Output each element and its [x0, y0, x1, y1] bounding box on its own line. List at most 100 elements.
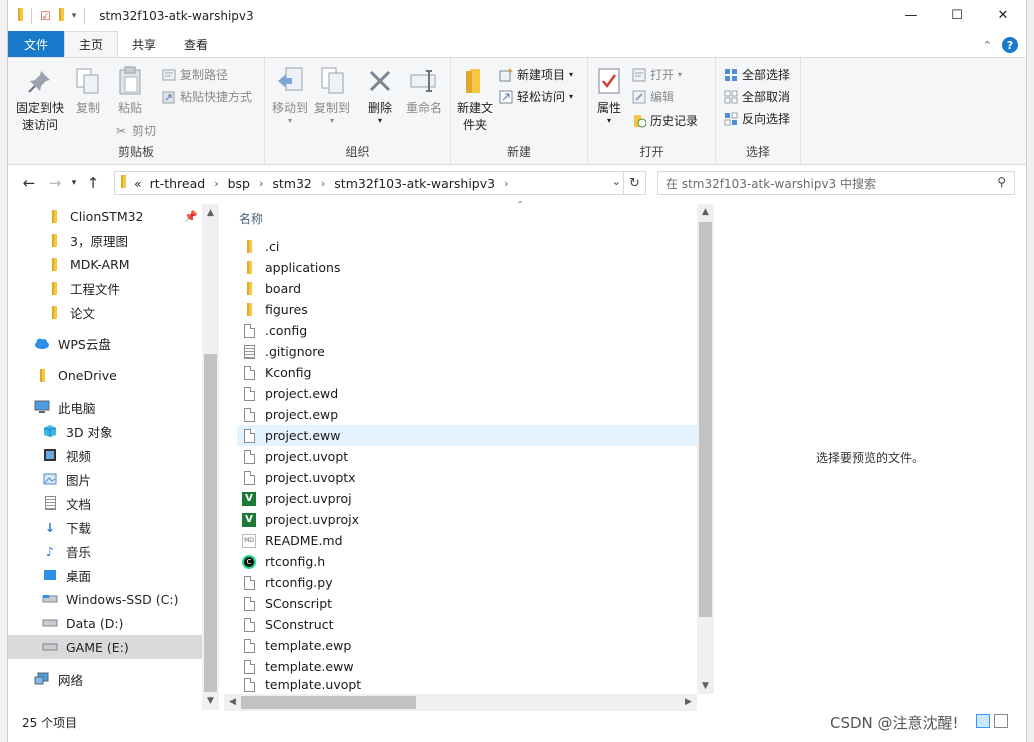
tab-view[interactable]: 查看 — [170, 31, 222, 57]
address-bar[interactable]: « rt-thread › bsp › stm32 › stm32f103-atk-w… — [114, 171, 646, 195]
file-row[interactable]: .ci — [237, 236, 697, 257]
nav-item-thesis[interactable]: 论文 — [8, 300, 202, 324]
move-to-button[interactable]: 移动到 ▾ — [270, 64, 310, 125]
nav-item-downloads[interactable]: ↓ 下载 — [8, 515, 202, 539]
select-all-button[interactable]: 全部选择 — [724, 66, 790, 83]
file-row[interactable]: project.eww — [237, 425, 697, 446]
search-icon[interactable]: ⚲ — [997, 175, 1006, 189]
refresh-icon[interactable]: ↻ — [623, 172, 645, 194]
file-list-horizontal-scrollbar[interactable]: ◀ ▶ — [224, 694, 697, 711]
paste-button[interactable]: 粘贴 — [112, 64, 148, 117]
file-row[interactable]: applications — [237, 257, 697, 278]
details-view-icon[interactable] — [976, 714, 990, 728]
nav-item-music[interactable]: ♪ 音乐 — [8, 539, 202, 563]
nav-item-clionstm32[interactable]: ClionSTM32 📌 — [8, 204, 202, 228]
breadcrumb-overflow[interactable]: « — [134, 176, 142, 191]
nav-item-this-pc[interactable]: 此电脑 — [8, 395, 202, 419]
select-none-button[interactable]: 全部取消 — [724, 88, 790, 105]
nav-item-network[interactable]: 网络 — [8, 667, 202, 691]
file-row[interactable]: SConscript — [237, 593, 697, 614]
scrollbar-thumb[interactable] — [241, 696, 416, 709]
nav-scrollbar[interactable]: ▲ ▼ — [202, 204, 219, 710]
minimize-button[interactable]: — — [888, 0, 934, 31]
file-row[interactable]: template.eww — [237, 656, 697, 677]
cut-button[interactable]: ✂ 剪切 — [114, 122, 156, 139]
nav-item-documents[interactable]: 文档 — [8, 491, 202, 515]
nav-item-wps-cloud[interactable]: WPS云盘 — [8, 331, 202, 355]
breadcrumb-item[interactable]: bsp › — [228, 176, 273, 191]
pin-to-quick-access-button[interactable]: 固定到快速访问 — [14, 64, 66, 134]
collapse-ribbon-icon[interactable]: ⌃ — [983, 39, 992, 52]
copy-button[interactable]: 复制 — [70, 64, 106, 117]
file-row[interactable]: project.uvoptx — [237, 467, 697, 488]
copy-to-button[interactable]: 复制到 ▾ — [312, 64, 352, 125]
large-icons-view-icon[interactable] — [994, 714, 1008, 728]
breadcrumb-item[interactable]: stm32 › — [272, 176, 334, 191]
search-input[interactable]: 在 stm32f103-atk-warshipv3 中搜索 ⚲ — [657, 171, 1015, 195]
properties-button[interactable]: 属性 ▾ — [592, 64, 626, 125]
breadcrumb-item[interactable]: rt-thread › — [150, 176, 228, 191]
file-row[interactable]: rtconfig.py — [237, 572, 697, 593]
nav-item-drive-d[interactable]: Data (D:) — [8, 611, 202, 635]
breadcrumb-item[interactable]: stm32f103-atk-warshipv3 › — [334, 176, 517, 191]
customize-dropdown-icon[interactable]: ▾ — [72, 11, 77, 21]
scroll-down-arrow-icon[interactable]: ▼ — [202, 696, 219, 706]
forward-arrow-icon[interactable]: → — [42, 174, 68, 192]
rename-button[interactable]: 重命名 — [403, 64, 445, 117]
up-arrow-icon[interactable]: ↑ — [80, 174, 106, 192]
nav-item-onedrive[interactable]: OneDrive — [8, 363, 202, 387]
nav-item-schematic[interactable]: 3，原理图 — [8, 228, 202, 252]
nav-item-drive-e[interactable]: GAME (E:) — [8, 635, 202, 659]
scrollbar-thumb[interactable] — [699, 222, 712, 617]
file-row[interactable]: project.uvopt — [237, 446, 697, 467]
file-row[interactable]: figures — [237, 299, 697, 320]
new-folder-button[interactable]: 新建文件夹 — [455, 64, 495, 134]
maximize-button[interactable]: ☐ — [934, 0, 980, 31]
nav-item-videos[interactable]: 视频 — [8, 443, 202, 467]
column-header-name[interactable]: 名称 — [239, 210, 263, 227]
tab-home[interactable]: 主页 — [64, 31, 119, 57]
nav-item-drive-c[interactable]: Windows-SSD (C:) — [8, 587, 202, 611]
file-row[interactable]: Kconfig — [237, 362, 697, 383]
file-row[interactable]: .gitignore — [237, 341, 697, 362]
scrollbar-thumb[interactable] — [204, 354, 217, 692]
new-item-button[interactable]: 新建项目 ▾ — [499, 66, 573, 83]
nav-item-project-files[interactable]: 工程文件 — [8, 276, 202, 300]
help-icon[interactable]: ? — [1002, 37, 1018, 53]
breadcrumb-separator-icon[interactable]: › — [259, 177, 263, 190]
properties-check-icon[interactable]: ☑ — [40, 9, 51, 23]
open-button[interactable]: 打开 ▾ — [632, 66, 682, 83]
nav-item-mdk-arm[interactable]: MDK-ARM — [8, 252, 202, 276]
breadcrumb-separator-icon[interactable]: › — [321, 177, 325, 190]
file-row[interactable]: MD README.md — [237, 530, 697, 551]
close-button[interactable]: ✕ — [980, 0, 1026, 31]
breadcrumb-separator-icon[interactable]: › — [504, 177, 508, 190]
history-button[interactable]: 历史记录 — [632, 112, 698, 129]
new-folder-icon[interactable] — [58, 7, 64, 24]
scroll-right-arrow-icon[interactable]: ▶ — [680, 697, 697, 707]
breadcrumb-separator-icon[interactable]: › — [214, 177, 218, 190]
tab-file[interactable]: 文件 — [8, 31, 65, 57]
file-row[interactable]: Vproject.uvprojx — [237, 509, 697, 530]
nav-item-pictures[interactable]: 图片 — [8, 467, 202, 491]
copy-path-button[interactable]: 复制路径 — [162, 66, 228, 83]
file-row[interactable]: template.uvopt — [237, 677, 697, 694]
file-row[interactable]: project.ewd — [237, 383, 697, 404]
file-row[interactable]: board — [237, 278, 697, 299]
tab-share[interactable]: 共享 — [118, 31, 170, 57]
scroll-up-arrow-icon[interactable]: ▲ — [202, 208, 219, 218]
nav-item-3d-objects[interactable]: 3D 对象 — [8, 419, 202, 443]
paste-shortcut-button[interactable]: 粘贴快捷方式 — [162, 88, 252, 105]
file-row[interactable]: Crtconfig.h — [237, 551, 697, 572]
nav-item-desktop[interactable]: 桌面 — [8, 563, 202, 587]
recent-locations-icon[interactable]: ▾ — [68, 178, 80, 188]
file-row[interactable]: project.ewp — [237, 404, 697, 425]
address-history-dropdown-icon[interactable]: ⌄ — [612, 175, 621, 188]
back-arrow-icon[interactable]: ← — [16, 174, 42, 192]
file-row[interactable]: template.ewp — [237, 635, 697, 656]
file-row[interactable]: .config — [237, 320, 697, 341]
delete-button[interactable]: 删除 ▾ — [362, 64, 398, 125]
file-row[interactable]: Vproject.uvproj — [237, 488, 697, 509]
scroll-left-arrow-icon[interactable]: ◀ — [224, 697, 241, 707]
easy-access-button[interactable]: 轻松访问 ▾ — [499, 88, 573, 105]
